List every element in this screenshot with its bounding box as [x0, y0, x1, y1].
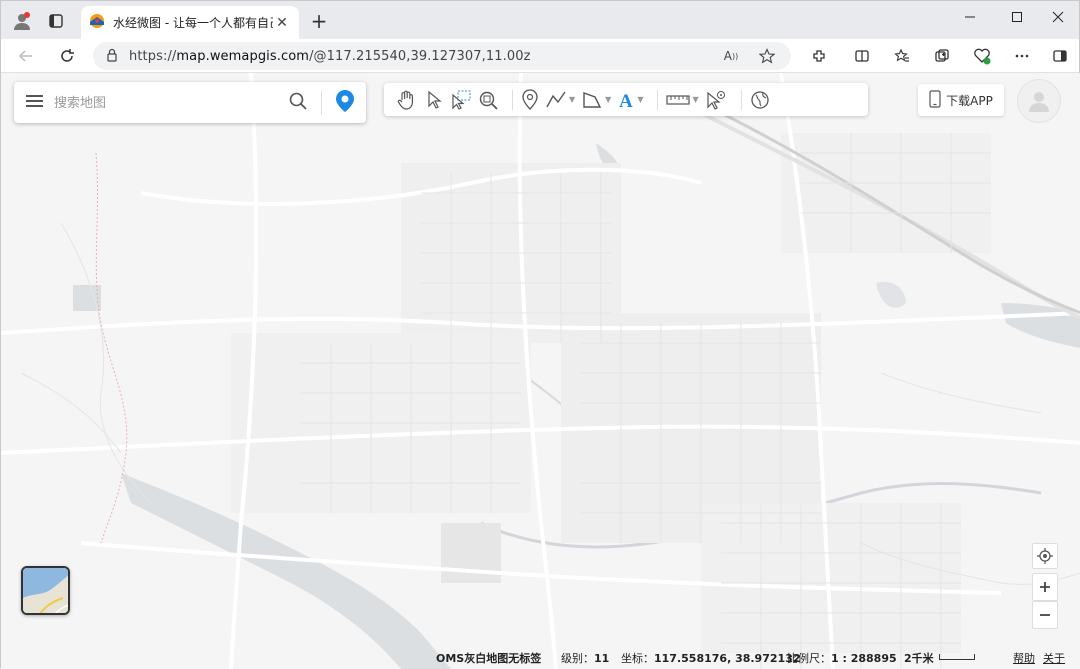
toolbar-divider — [740, 89, 742, 110]
address-bar[interactable]: https://map.wemapgis.com/@117.215540,39.… — [93, 42, 791, 70]
site-favicon-icon — [89, 13, 105, 33]
title-bar: 水经微图 - 让每一个人都有自己的 ✕ + — [1, 1, 1079, 39]
user-avatar[interactable] — [1017, 79, 1061, 123]
maximize-button[interactable] — [994, 1, 1040, 33]
browser-window: 水经微图 - 让每一个人都有自己的 ✕ + https://map.wemapg… — [0, 0, 1080, 669]
scalebar — [939, 654, 975, 660]
toolbar-divider — [512, 89, 513, 110]
minus-icon — [1040, 614, 1050, 616]
scalebar-label: 2千米 — [904, 652, 934, 665]
more-options-icon[interactable] — [1007, 42, 1037, 70]
browser-essentials-icon[interactable] — [967, 42, 997, 70]
tab-actions-icon[interactable] — [41, 7, 71, 35]
zoom-in-button[interactable] — [1032, 573, 1058, 601]
map-canvas[interactable]: ▼ ▼ A ▼ ▼ — [1, 73, 1080, 669]
plus-icon — [1040, 582, 1050, 592]
mobile-phone-icon — [929, 89, 941, 111]
back-icon[interactable] — [11, 42, 41, 70]
navigation-bar: https://map.wemapgis.com/@117.215540,39.… — [1, 39, 1079, 73]
identify-query-icon[interactable] — [705, 86, 727, 114]
map-status-bar: OMS灰白地图无标签 级别：11 坐标：117.558176, 38.97213… — [1, 644, 1080, 669]
extensions-icon[interactable] — [804, 42, 834, 70]
user-icon — [1029, 92, 1049, 112]
read-aloud-icon[interactable]: A)) — [719, 44, 743, 68]
collections-icon[interactable] — [927, 42, 957, 70]
profile-icon[interactable] — [7, 7, 37, 35]
draw-line-icon[interactable]: ▼ — [545, 86, 575, 114]
about-link[interactable]: 关于 — [1043, 650, 1065, 666]
box-select-icon[interactable] — [450, 86, 472, 114]
split-screen-icon[interactable] — [847, 42, 877, 70]
locate-me-button[interactable] — [1032, 543, 1058, 569]
zoom-area-icon[interactable] — [478, 86, 498, 114]
location-pin-icon[interactable] — [336, 89, 354, 116]
tab-close-button[interactable]: ✕ — [273, 15, 291, 31]
toolbar-divider — [657, 89, 659, 110]
star-icon[interactable] — [755, 44, 779, 68]
search-divider — [321, 90, 322, 115]
layer-name: OMS灰白地图无标签 — [436, 652, 542, 665]
basemap-switcher[interactable] — [21, 566, 70, 615]
menu-icon[interactable] — [26, 93, 44, 112]
map-toolbar: ▼ ▼ A ▼ ▼ — [384, 83, 868, 116]
zoom-level: 级别：11 — [561, 652, 610, 665]
close-window-button[interactable] — [1035, 1, 1080, 33]
pan-hand-icon[interactable] — [396, 86, 418, 114]
select-arrow-icon[interactable] — [424, 86, 444, 114]
search-input[interactable] — [54, 95, 289, 110]
zoom-out-button[interactable] — [1032, 601, 1058, 629]
text-label-icon[interactable]: A ▼ — [617, 86, 643, 114]
search-icon[interactable] — [289, 92, 307, 114]
place-marker-icon[interactable] — [521, 86, 539, 114]
favorites-icon[interactable] — [887, 42, 917, 70]
download-app-label: 下载APP — [946, 93, 993, 108]
basemap-thumbnail-icon — [23, 568, 68, 613]
minimize-button[interactable] — [947, 1, 993, 33]
site-info-icon[interactable] — [105, 47, 119, 66]
download-app-button[interactable]: 下载APP — [918, 84, 1004, 116]
refresh-icon[interactable] — [52, 42, 82, 70]
help-link[interactable]: 帮助 — [1013, 650, 1035, 666]
draw-polygon-icon[interactable]: ▼ — [581, 86, 611, 114]
svg-text:A: A — [619, 91, 633, 110]
map-base-layer — [1, 73, 1080, 669]
url-text: https://map.wemapgis.com/@117.215540,39.… — [129, 48, 531, 64]
sidebar-toggle-icon[interactable] — [1045, 42, 1075, 70]
locate-target-icon — [1037, 548, 1053, 564]
tab-title: 水经微图 - 让每一个人都有自己的 — [113, 16, 273, 30]
measure-ruler-icon[interactable]: ▼ — [666, 86, 699, 114]
search-box — [14, 82, 366, 123]
active-tab[interactable]: 水经微图 - 让每一个人都有自己的 ✕ — [81, 6, 299, 39]
cursor-coordinates: 坐标：117.558176, 38.972132 — [621, 652, 801, 665]
new-tab-button[interactable]: + — [305, 7, 333, 35]
map-scale-ratio: 比例尺：1 : 288895 — [787, 652, 897, 665]
globe-icon[interactable] — [750, 86, 770, 114]
